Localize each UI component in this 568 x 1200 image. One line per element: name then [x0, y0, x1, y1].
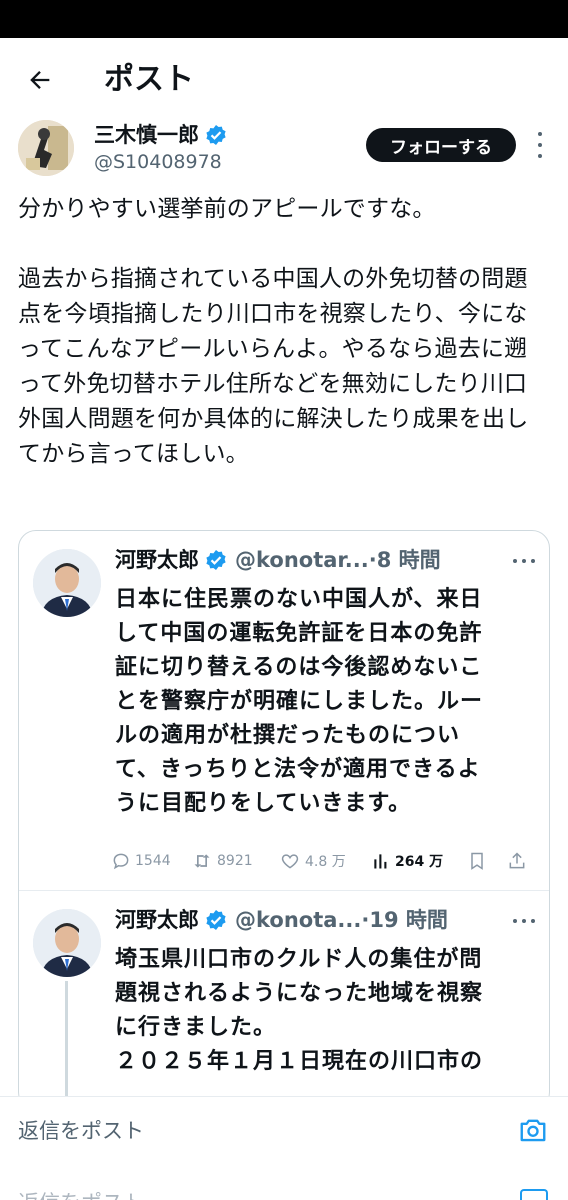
- post-text: 分かりやすい選挙前のアピールですな。 過去から指摘されている中国人の外免切替の問…: [18, 192, 550, 472]
- quoted-more-options-button[interactable]: [513, 911, 535, 931]
- quoted-post-card[interactable]: 河野太郎 @konotar... ·8 時間 日本に住民票のない中国人が、来日 …: [18, 530, 550, 1110]
- system-status-bar: [0, 0, 568, 38]
- quoted-text-line: て、きっちりと法令が適用できるよ: [115, 757, 481, 782]
- quoted-text-line: に行きました。: [115, 1015, 277, 1040]
- post-paragraph: 分かりやすい選挙前のアピールですな。: [18, 196, 436, 222]
- share-icon: [509, 852, 525, 869]
- views-button[interactable]: 264 万: [371, 851, 467, 871]
- quoted-author-handle[interactable]: @konota...: [235, 905, 361, 935]
- quoted-author-name[interactable]: 河野太郎: [115, 905, 199, 935]
- more-dot-icon: [538, 132, 542, 136]
- reply-input-ghost: 返信をポスト: [18, 1189, 144, 1200]
- quoted-post-actions: 1544 8921 4.8 万 264 万: [111, 849, 541, 873]
- more-dot-icon: [538, 143, 542, 147]
- view-count: 264 万: [395, 854, 444, 870]
- camera-icon: [520, 1119, 546, 1142]
- quoted-author-handle[interactable]: @konotar...: [235, 545, 369, 575]
- post-author: 三木慎一郎 @S10408978 フォローする: [0, 118, 568, 184]
- more-dot-icon: [522, 919, 526, 923]
- quoted-text-line: 埼玉県川口市のクルド人の集住が問: [115, 947, 483, 972]
- author-avatar[interactable]: [18, 120, 74, 176]
- quoted-post-header: 河野太郎 @konota... ·19 時間: [115, 905, 448, 935]
- quoted-author-name[interactable]: 河野太郎: [115, 545, 199, 575]
- quoted-text-line: して中国の運転免許証を日本の免許: [115, 621, 483, 646]
- reply-icon: [113, 853, 129, 870]
- camera-icon: [520, 1189, 548, 1200]
- quoted-more-options-button[interactable]: [513, 551, 535, 571]
- post-paragraph: 過去から指摘されている中国人の外免切替の問題点を今頃指摘したり川口市を視察したり…: [18, 266, 529, 467]
- quoted-text-line: ２０２５年１月１日現在の川口市の: [115, 1049, 484, 1074]
- repost-button[interactable]: 8921: [191, 851, 279, 871]
- paragraph-spacer: [18, 227, 550, 262]
- author-name-row[interactable]: 三木慎一郎: [94, 122, 227, 148]
- quoted-text-line: ルの適用が杜撰だったものについ: [115, 723, 461, 748]
- more-options-button[interactable]: [528, 132, 552, 158]
- verified-badge-icon: [206, 910, 226, 930]
- avatar-image: [33, 909, 101, 977]
- repost-icon: [194, 854, 210, 868]
- reply-count: 1544: [135, 853, 171, 869]
- more-dot-icon: [522, 559, 526, 563]
- more-dot-icon: [513, 919, 517, 923]
- avatar-image: [33, 549, 101, 617]
- heart-icon: [281, 854, 299, 869]
- author-handle[interactable]: @S10408978: [94, 150, 222, 174]
- follow-button[interactable]: フォローする: [366, 128, 516, 162]
- more-dot-icon: [538, 154, 542, 158]
- thread-divider: [19, 890, 549, 891]
- quoted-author-avatar[interactable]: [33, 909, 101, 977]
- thread-connector-line: [65, 981, 68, 1109]
- arrow-left-icon: [30, 71, 50, 89]
- reply-button[interactable]: 1544: [111, 851, 191, 871]
- more-dot-icon: [513, 559, 517, 563]
- repost-count: 8921: [217, 853, 253, 869]
- bookmark-button[interactable]: [467, 850, 507, 872]
- quoted-post-time[interactable]: ·8 時間: [369, 545, 441, 575]
- quoted-text-line: うに目配りをしていきます。: [115, 791, 412, 816]
- avatar-image: [18, 120, 74, 176]
- top-bar: ポスト: [0, 38, 568, 120]
- like-count: 4.8 万: [305, 854, 346, 870]
- reply-input[interactable]: 返信をポスト: [18, 1117, 144, 1145]
- bookmark-icon: [471, 852, 483, 870]
- quoted-post-header: 河野太郎 @konotar... ·8 時間: [115, 545, 441, 575]
- quoted-post-text: 日本に住民票のない中国人が、来日 して中国の運転免許証を日本の免許 証に切り替え…: [115, 583, 541, 821]
- quoted-post-text: 埼玉県川口市のクルド人の集住が問 題視されるようになった地域を視察 に行きました…: [115, 943, 541, 1079]
- quoted-text-line: とを警察庁が明確にしました。ルー: [115, 689, 484, 714]
- camera-button[interactable]: [518, 1115, 548, 1145]
- quoted-text-line: 証に切り替えるのは今後認めないこ: [115, 655, 483, 680]
- back-button[interactable]: [20, 60, 60, 100]
- bar-chart-icon: [374, 854, 389, 869]
- quoted-post-time[interactable]: ·19 時間: [361, 905, 448, 935]
- share-button[interactable]: [507, 850, 537, 872]
- author-name[interactable]: 三木慎一郎: [94, 122, 199, 148]
- more-dot-icon: [531, 559, 535, 563]
- reply-composer-bar[interactable]: 返信をポスト 返信をポスト: [0, 1096, 568, 1200]
- more-dot-icon: [531, 919, 535, 923]
- like-button[interactable]: 4.8 万: [279, 851, 371, 871]
- quoted-text-line: 日本に住民票のない中国人が、来日: [115, 587, 483, 612]
- quoted-author-avatar[interactable]: [33, 549, 101, 617]
- verified-badge-icon: [206, 125, 226, 145]
- quoted-text-line: 題視されるようになった地域を視察: [115, 981, 484, 1006]
- verified-badge-icon: [206, 550, 226, 570]
- page-title: ポスト: [104, 62, 194, 97]
